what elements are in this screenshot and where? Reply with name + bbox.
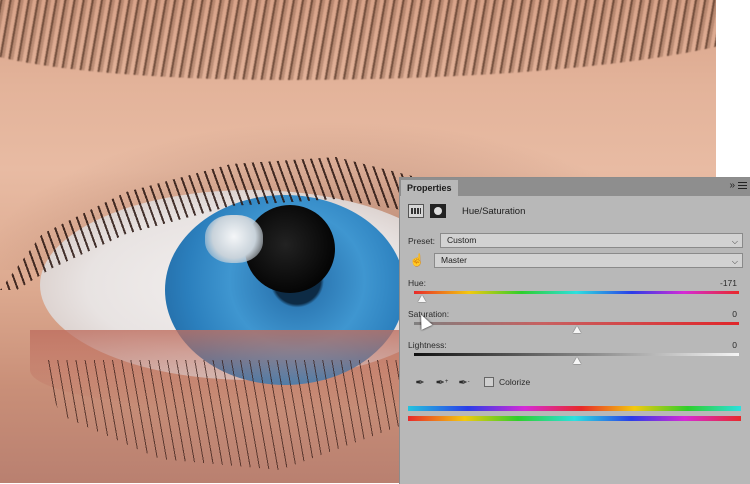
colorize-checkbox[interactable] [484, 377, 494, 387]
eyedropper-row: ✒ ✒ + ✒ - Colorize [412, 374, 743, 390]
preset-dropdown[interactable]: Custom ⌵ [440, 233, 743, 248]
panel-menu-icon[interactable] [738, 182, 747, 191]
eyedropper-minus-icon[interactable]: ✒ - [456, 374, 472, 390]
input-color-bar [408, 416, 741, 421]
hue-slider-track[interactable] [414, 291, 739, 294]
adjustment-layer-icon[interactable] [408, 204, 424, 218]
channel-value: Master [441, 254, 467, 265]
eye-reflection [205, 215, 263, 263]
lightness-label: Lightness: [408, 340, 447, 350]
hue-value[interactable]: -171 [720, 278, 737, 288]
channel-dropdown[interactable]: Master ⌵ [434, 252, 743, 268]
channel-row: ☝ Master ⌵ [408, 252, 743, 268]
properties-panel: Properties » Hue/Saturation Preset: Cust… [399, 177, 750, 484]
lower-eyelashes [40, 360, 440, 470]
panel-tab-bar: Properties » [400, 178, 750, 196]
lightness-slider-thumb[interactable] [572, 357, 581, 364]
saturation-slider-track[interactable] [414, 322, 739, 325]
chevron-down-icon: ⌵ [731, 237, 738, 246]
layer-mask-icon[interactable] [430, 204, 446, 218]
collapse-panel-icon[interactable]: » [729, 180, 734, 191]
saturation-slider-thumb[interactable] [572, 326, 581, 333]
saturation-value[interactable]: 0 [732, 309, 737, 319]
lightness-value[interactable]: 0 [732, 340, 737, 350]
preset-row: Preset: Custom ⌵ [408, 233, 743, 248]
tab-properties[interactable]: Properties [401, 180, 458, 196]
adjustment-title: Hue/Saturation [462, 205, 526, 217]
eyedropper-plus-icon[interactable]: ✒ + [434, 374, 450, 390]
chevron-down-icon: ⌵ [731, 256, 738, 266]
adjustment-header: Hue/Saturation [408, 202, 525, 220]
preset-label: Preset: [408, 235, 435, 246]
hue-slider-thumb[interactable] [418, 295, 427, 302]
preset-value: Custom [447, 235, 477, 245]
lightness-slider-track[interactable] [414, 353, 739, 356]
adjusted-color-bar [408, 406, 741, 411]
colorize-label: Colorize [499, 377, 531, 387]
hue-label: Hue: [408, 278, 426, 288]
eyedropper-icon[interactable]: ✒ [412, 374, 428, 390]
target-adjust-hand-icon[interactable]: ☝ [408, 252, 426, 268]
eyebrow [0, 0, 716, 80]
